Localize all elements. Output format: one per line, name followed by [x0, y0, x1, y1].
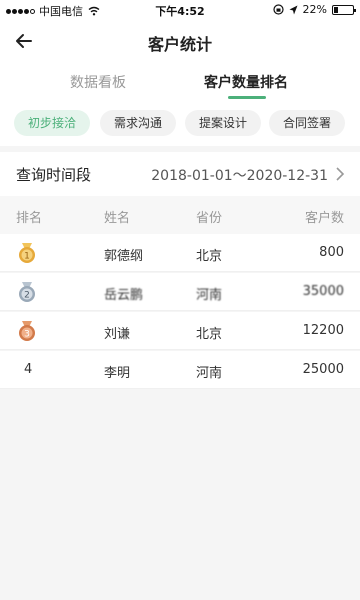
page-title: 客户统计: [147, 35, 212, 54]
battery-fill: [334, 6, 338, 13]
date-range-selector[interactable]: 查询时间段 2018-01-01～2020-12-31: [0, 152, 360, 196]
table-row[interactable]: 4 李明 河南 25000: [0, 351, 360, 389]
date-range-value: 2018-01-01～2020-12-31: [151, 168, 328, 184]
cell-rank: 4: [24, 362, 33, 377]
cell-name: 李明: [104, 366, 131, 381]
cell-count: 25000: [302, 362, 344, 377]
cell-name: 刘谦: [104, 327, 131, 342]
battery-icon: [332, 4, 356, 15]
header-name: 姓名: [104, 211, 131, 226]
bronze-medal-icon: 3: [19, 321, 35, 341]
chip-proposal-design[interactable]: 提案设计: [185, 110, 261, 136]
tab-data-dashboard[interactable]: 数据看板: [70, 72, 126, 92]
cell-province: 北京: [196, 249, 223, 264]
header-rank: 排名: [16, 211, 43, 226]
table-row[interactable]: 2 岳云鹏 河南 35000: [0, 273, 360, 311]
tab-customer-ranking[interactable]: 客户数量排名: [204, 72, 288, 92]
header-count: 客户数: [304, 211, 344, 226]
cell-count: 800: [319, 245, 344, 260]
chip-initial-contact[interactable]: 初步接洽: [14, 110, 90, 136]
chip-contract-signing[interactable]: 合同签署: [269, 110, 345, 136]
gold-medal-icon: 1: [19, 243, 35, 263]
battery-percent: 22%: [302, 3, 327, 16]
svg-text:3: 3: [24, 330, 30, 340]
status-bar: 中国电信 下午4:52 22%: [0, 0, 360, 20]
table-header: 排名 姓名 省份 客户数: [0, 196, 360, 234]
cell-province: 北京: [196, 327, 223, 342]
cell-name: 郭德纲: [104, 249, 144, 264]
cell-province: 河南: [196, 288, 223, 303]
date-range-label: 查询时间段: [16, 166, 92, 184]
chip-needs-communication[interactable]: 需求沟通: [100, 110, 176, 136]
active-tab-indicator: [228, 96, 266, 99]
table-row[interactable]: 1 郭德纲 北京 800: [0, 234, 360, 272]
header-province: 省份: [196, 211, 223, 226]
empty-area: [0, 390, 360, 600]
nav-bar: 客户统计: [0, 20, 360, 62]
cell-count: 35000: [302, 284, 344, 299]
silver-medal-icon: 2: [19, 282, 35, 302]
table-row[interactable]: 3 刘谦 北京 12200: [0, 312, 360, 350]
cell-name: 岳云鹏: [104, 288, 144, 303]
svg-text:2: 2: [24, 291, 30, 301]
cell-count: 12200: [302, 323, 344, 338]
chevron-right-icon: [336, 167, 345, 181]
tab-bar: 数据看板 客户数量排名: [0, 62, 360, 100]
cell-province: 河南: [196, 366, 223, 381]
stage-filter: 初步接洽 需求沟通 提案设计 合同签署: [0, 100, 360, 146]
svg-text:1: 1: [24, 252, 30, 262]
location-icon: [289, 5, 298, 14]
rotation-lock-icon: [272, 4, 284, 15]
